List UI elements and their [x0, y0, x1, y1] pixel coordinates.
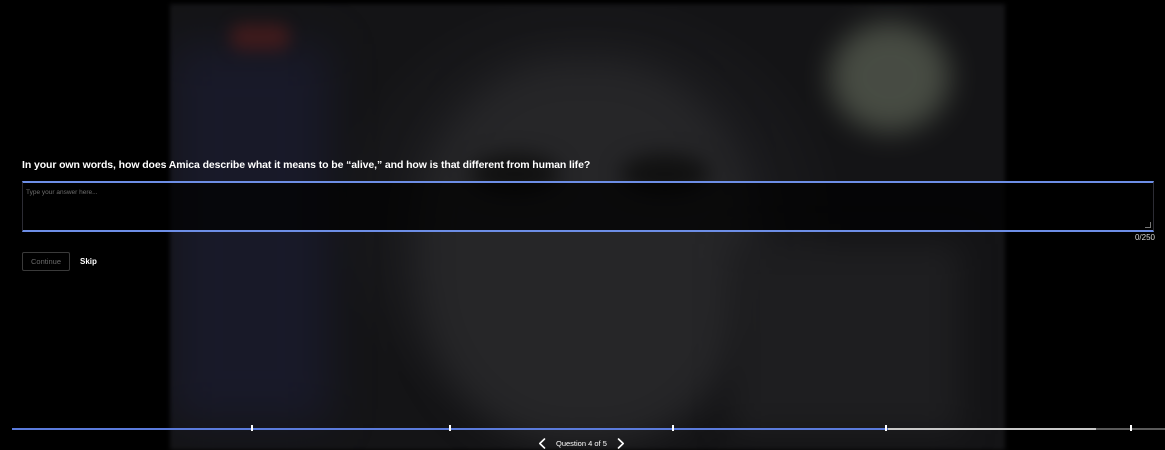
chevron-left-icon[interactable]: [536, 437, 548, 449]
chevron-right-icon[interactable]: [615, 437, 627, 449]
question-marker-5[interactable]: [1130, 425, 1132, 431]
answer-input[interactable]: [23, 183, 1153, 230]
character-counter: 0/250: [1134, 233, 1155, 242]
question-marker-4[interactable]: [885, 425, 887, 431]
answer-field-container[interactable]: [22, 181, 1154, 232]
resize-handle-icon[interactable]: [1145, 222, 1151, 228]
quiz-overlay: In your own words, how does Amica descri…: [0, 0, 1165, 450]
skip-button[interactable]: Skip: [78, 252, 99, 271]
continue-button[interactable]: Continue: [22, 252, 70, 271]
question-marker-1[interactable]: [251, 425, 253, 431]
question-text: In your own words, how does Amica descri…: [22, 159, 591, 171]
question-navigation: Question 4 of 5: [536, 436, 627, 450]
progress-bar[interactable]: [12, 428, 1165, 430]
question-marker-3[interactable]: [672, 425, 674, 431]
question-counter: Question 4 of 5: [556, 438, 607, 448]
question-marker-2[interactable]: [449, 425, 451, 431]
